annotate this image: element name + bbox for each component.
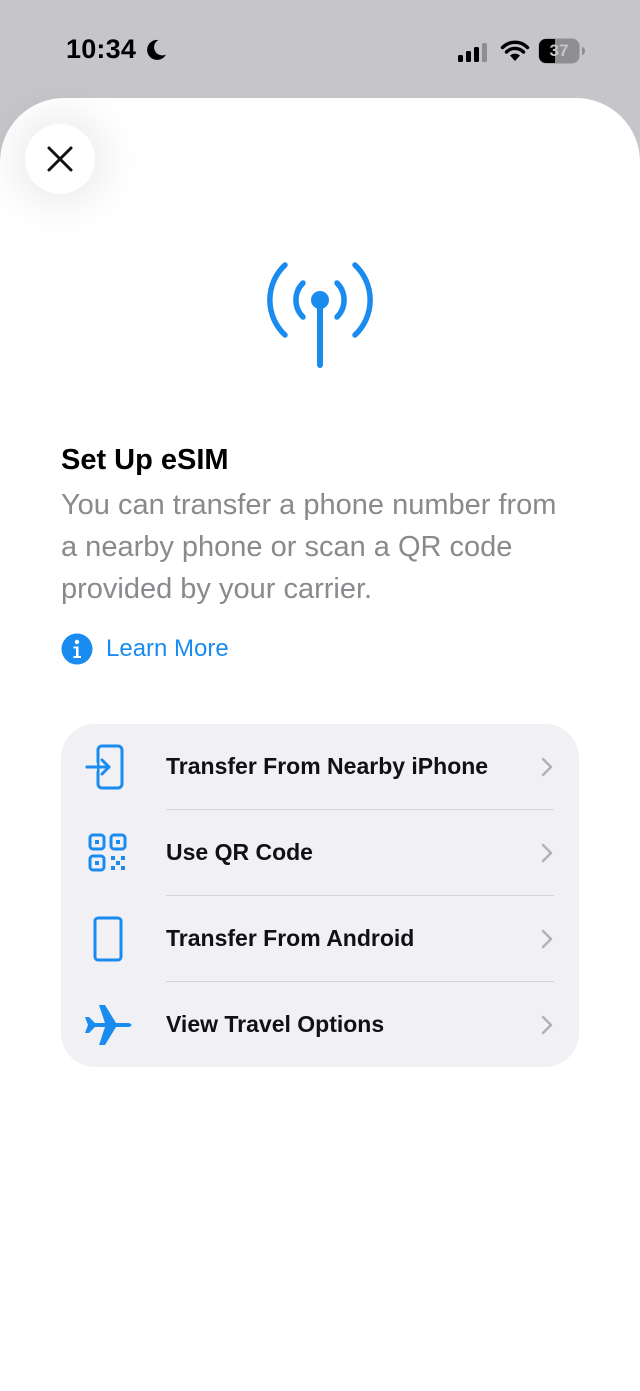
chevron-right-icon: [541, 757, 553, 777]
moon-icon: [147, 39, 166, 60]
close-button[interactable]: [25, 124, 95, 194]
option-label: Transfer From Android: [166, 925, 415, 951]
cellular-signal-icon: [458, 43, 487, 62]
android-phone-icon: [93, 916, 123, 962]
close-icon: [47, 146, 73, 172]
option-label: Use QR Code: [166, 839, 313, 865]
chevron-right-icon: [541, 1015, 553, 1035]
airplane-icon: [85, 1005, 132, 1045]
setup-options-list: Transfer From Nearby iPhone Use QR Code: [61, 724, 579, 1067]
antenna-broadcast-icon: [267, 262, 373, 368]
option-transfer-from-android[interactable]: Transfer From Android: [61, 896, 579, 982]
page-title: Set Up eSIM: [61, 444, 229, 476]
chevron-right-icon: [541, 843, 553, 863]
status-bar: 10:34 37: [0, 0, 640, 100]
option-view-travel-options[interactable]: View Travel Options: [61, 982, 579, 1068]
status-time: 10:34: [66, 34, 137, 64]
info-icon: [61, 633, 93, 665]
page-description: You can transfer a phone number from a n…: [61, 489, 557, 605]
learn-more-link[interactable]: Learn More: [61, 632, 229, 666]
chevron-right-icon: [541, 929, 553, 949]
transfer-phone-icon: [85, 744, 124, 790]
qr-code-icon: [88, 833, 127, 872]
option-use-qr-code[interactable]: Use QR Code: [61, 810, 579, 896]
option-label: Transfer From Nearby iPhone: [166, 753, 489, 779]
learn-more-label: Learn More: [106, 635, 229, 662]
option-transfer-from-nearby-iphone[interactable]: Transfer From Nearby iPhone: [61, 724, 579, 810]
option-label: View Travel Options: [166, 1011, 385, 1037]
wifi-icon: [500, 40, 530, 61]
battery-level: 37: [549, 41, 569, 60]
